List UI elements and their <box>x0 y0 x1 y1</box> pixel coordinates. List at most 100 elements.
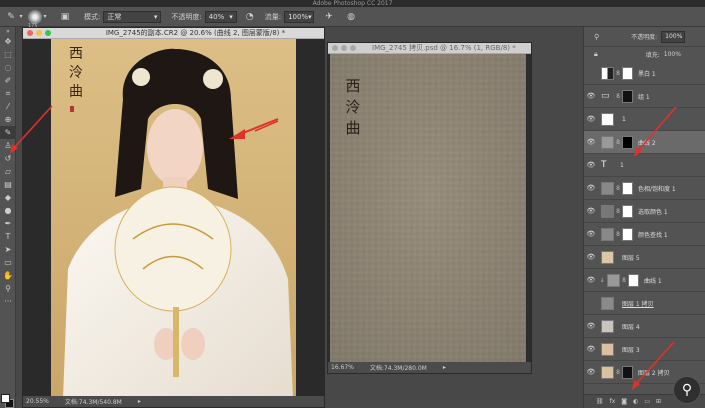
zoom-level[interactable]: 20.55% <box>26 398 49 405</box>
quick-select-tool-icon[interactable]: ✐ <box>0 74 16 87</box>
layer-name[interactable]: 图层 4 <box>622 322 640 331</box>
zoom-tool-icon[interactable]: ⚲ <box>0 282 16 295</box>
layer-name[interactable]: 图层 1 拷贝 <box>622 299 654 308</box>
zoom-level[interactable]: 16.67% <box>331 364 354 371</box>
layer-name[interactable]: 1 <box>622 116 626 123</box>
crop-tool-icon[interactable]: ⌗ <box>0 87 16 100</box>
eye-icon[interactable]: 👁︎ <box>584 115 598 123</box>
brush-tool-icon[interactable]: ✎ <box>0 126 16 139</box>
eye-icon[interactable]: 👁︎ <box>584 184 598 192</box>
eye-icon[interactable]: 👁︎ <box>584 276 598 284</box>
chevron-down-icon[interactable]: ▾ <box>18 10 24 24</box>
eraser-tool-icon[interactable]: ▱ <box>0 165 16 178</box>
eye-icon[interactable]: 👁︎ <box>584 368 598 376</box>
marquee-tool-icon[interactable]: ⬚ <box>0 48 16 61</box>
new-layer-icon[interactable]: ⊞ <box>656 398 661 405</box>
shape-tool-icon[interactable]: ▭ <box>0 256 16 269</box>
type-tool-icon[interactable]: T <box>0 230 16 243</box>
fx-icon[interactable]: fx <box>610 398 616 405</box>
layer-row[interactable]: 👁︎ 8 色相/饱和度 1 <box>584 177 705 200</box>
eye-icon[interactable]: 👁︎ <box>584 161 598 169</box>
layer-name[interactable]: 选取颜色 1 <box>638 207 668 216</box>
status-arrow-icon[interactable]: ▸ <box>443 364 446 371</box>
canvas-area-1[interactable]: 西 泠 曲 <box>23 39 324 396</box>
more-tools-icon[interactable]: ··· <box>0 295 16 308</box>
opacity-input[interactable]: 40% ▾ <box>204 10 237 23</box>
move-tool-icon[interactable]: ✥ <box>0 35 16 48</box>
layer-row[interactable]: 👁︎ T 1 <box>584 154 705 177</box>
layer-row[interactable]: 👁︎ 图层 3 <box>584 338 705 361</box>
layer-opacity-input[interactable]: 100% <box>661 30 686 43</box>
status-arrow-icon[interactable]: ▸ <box>138 398 141 405</box>
zoom-button[interactable] <box>350 45 356 51</box>
layer-name[interactable]: 曲线 2 <box>638 138 656 147</box>
chevron-down-icon[interactable]: ▾ <box>42 10 48 24</box>
new-group-icon[interactable]: ▭ <box>644 398 650 405</box>
eyedropper-tool-icon[interactable]: ⁄ <box>0 100 16 113</box>
layer-row[interactable]: 👁︎ ▭ 8 组 1 <box>584 85 705 108</box>
foreground-color-swatch[interactable] <box>1 394 10 403</box>
brush-panel-icon[interactable]: ▣ <box>58 10 72 24</box>
mode-label: 模式: <box>84 12 101 21</box>
layer-name[interactable]: 曲线 1 <box>644 276 662 285</box>
dodge-tool-icon[interactable]: ● <box>0 204 16 217</box>
layer-name[interactable]: 图层 3 <box>622 345 640 354</box>
magnifier-icon[interactable]: ⚲ <box>673 376 701 404</box>
panel-collapse-icon[interactable]: » <box>0 27 16 35</box>
close-button[interactable] <box>332 45 338 51</box>
layer-row[interactable]: 👁︎ 8 选取颜色 1 <box>584 200 705 223</box>
lasso-tool-icon[interactable]: ◌ <box>0 61 16 74</box>
link-layers-icon[interactable]: ⛓︎ <box>596 398 604 405</box>
layer-name[interactable]: 颜色查找 1 <box>638 230 668 239</box>
brush-preset-picker[interactable]: 175 <box>28 9 42 29</box>
layer-row[interactable]: 8 黑白 1 <box>584 62 705 85</box>
zoom-button[interactable] <box>45 30 51 36</box>
close-button[interactable] <box>27 30 33 36</box>
pressure-size-icon[interactable]: ◍ <box>344 10 358 24</box>
brush-tool-icon[interactable]: ✎ <box>4 10 18 24</box>
eye-icon[interactable]: 👁︎ <box>584 138 598 146</box>
eye-icon[interactable]: 👁︎ <box>584 253 598 261</box>
blur-tool-icon[interactable]: ◆ <box>0 191 16 204</box>
filter-kind-icon[interactable]: ⚲ <box>594 33 599 41</box>
layer-row[interactable]: 👁︎ ↓ 8 曲线 1 <box>584 269 705 292</box>
layer-name[interactable]: 色相/饱和度 1 <box>638 184 676 193</box>
layer-row[interactable]: 👁︎ 图层 4 <box>584 315 705 338</box>
layer-row[interactable]: 👁︎ 8 颜色查找 1 <box>584 223 705 246</box>
eye-icon[interactable]: 👁︎ <box>584 230 598 238</box>
path-select-tool-icon[interactable]: ➤ <box>0 243 16 256</box>
flow-input[interactable]: 100% ▾ <box>284 10 315 23</box>
layer-name[interactable]: 组 1 <box>638 92 650 101</box>
layer-row[interactable]: 👁︎ 图层 5 <box>584 246 705 269</box>
add-mask-icon[interactable]: ◙ <box>621 398 627 405</box>
eye-icon[interactable]: 👁︎ <box>584 207 598 215</box>
layer-name[interactable]: 1 <box>620 162 624 169</box>
stamp-tool-icon[interactable]: ♙ <box>0 139 16 152</box>
history-brush-icon[interactable]: ↺ <box>0 152 16 165</box>
pen-tool-icon[interactable]: ✒ <box>0 217 16 230</box>
layer-row[interactable]: 图层 1 拷贝 <box>584 292 705 315</box>
document-tab-1[interactable]: IMG_2745的副本.CR2 @ 20.6% (曲线 2, 图层蒙版/8) * <box>23 28 324 39</box>
layer-name[interactable]: 黑白 1 <box>638 69 656 78</box>
minimize-button[interactable] <box>36 30 42 36</box>
gradient-tool-icon[interactable]: ▤ <box>0 178 16 191</box>
eye-icon[interactable]: 👁︎ <box>584 345 598 353</box>
layer-name[interactable]: 图层 5 <box>622 253 640 262</box>
pressure-opacity-icon[interactable]: ◔ <box>243 10 257 24</box>
lock-icon[interactable]: 🔒︎ <box>594 50 598 59</box>
hand-tool-icon[interactable]: ✋ <box>0 269 16 282</box>
healing-tool-icon[interactable]: ⊕ <box>0 113 16 126</box>
minimize-button[interactable] <box>341 45 347 51</box>
layer-name[interactable]: 图层 2 拷贝 <box>638 368 670 377</box>
layer-row[interactable]: 👁︎ 1 <box>584 108 705 131</box>
fill-value[interactable]: 100% <box>664 51 681 58</box>
eye-icon[interactable]: 👁︎ <box>584 92 598 100</box>
airbrush-icon[interactable]: ✈ <box>322 10 336 24</box>
eye-icon[interactable]: 👁︎ <box>584 322 598 330</box>
document-tab-2[interactable]: IMG_2745 拷贝.psd @ 16.7% (1, RGB/8) * <box>328 43 531 54</box>
calligraphy-char: 泠 <box>69 65 83 81</box>
canvas-area-2[interactable]: 西 泠 曲 <box>328 54 531 362</box>
mode-dropdown[interactable]: 正常 ▾ <box>103 10 162 23</box>
adjustment-layer-icon[interactable]: ◐ <box>633 398 638 405</box>
layer-row-selected[interactable]: 👁︎ 8 曲线 2 <box>584 131 705 154</box>
